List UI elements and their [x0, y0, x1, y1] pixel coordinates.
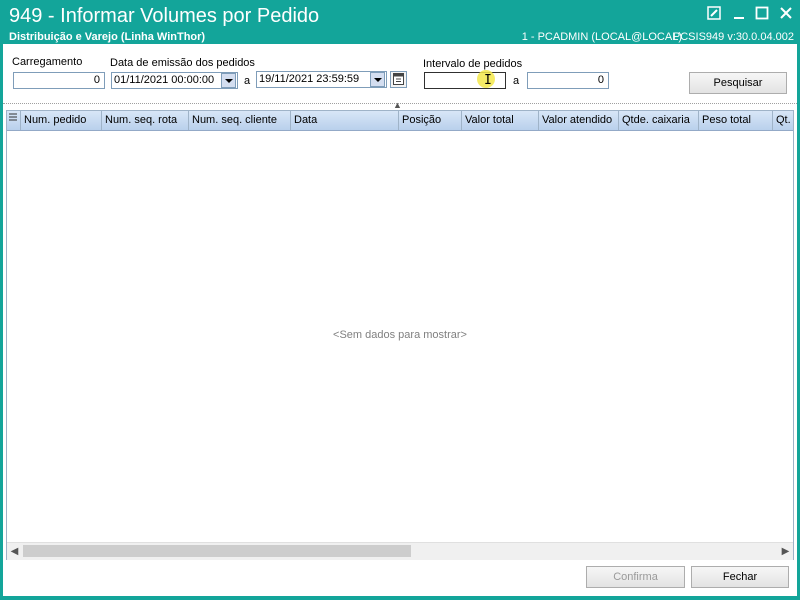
data-fim-dropdown-icon[interactable]: [370, 72, 385, 87]
column-posicao[interactable]: Posição: [399, 111, 462, 130]
column-qt[interactable]: Qt.: [773, 111, 793, 130]
pesquisar-button[interactable]: Pesquisar: [689, 72, 787, 94]
user-info: 1 - PCADMIN (LOCAL@LOCAL): [521, 31, 682, 43]
app-window: 949 - Informar Volumes por Pedido Distri…: [0, 0, 800, 600]
grid-header: Num. pedido Num. seq. rota Num. seq. cli…: [7, 111, 793, 131]
data-a-label: a: [244, 75, 251, 87]
column-peso-total[interactable]: Peso total: [699, 111, 773, 130]
data-inicio-input[interactable]: 01/11/2021 00:00:00: [111, 72, 238, 89]
window-title: 949 - Informar Volumes por Pedido: [9, 5, 320, 27]
window-subtitle: Distribuição e Varejo (Linha WinThor): [9, 31, 206, 43]
column-chooser-icon[interactable]: [7, 111, 21, 130]
column-qtde-caixaria[interactable]: Qtde. caixaria: [619, 111, 699, 130]
empty-message: <Sem dados para mostrar>: [333, 329, 467, 341]
fechar-button[interactable]: Fechar: [691, 566, 789, 588]
carregamento-label: Carregamento: [12, 56, 83, 68]
column-num-pedido[interactable]: Num. pedido: [21, 111, 102, 130]
intervalo-a-label: a: [513, 75, 520, 87]
column-data[interactable]: Data: [291, 111, 399, 130]
carregamento-input[interactable]: 0: [13, 72, 105, 89]
confirma-button[interactable]: Confirma: [586, 566, 685, 588]
close-icon[interactable]: [778, 6, 794, 22]
edit-icon[interactable]: [706, 6, 722, 22]
orders-grid[interactable]: Num. pedido Num. seq. rota Num. seq. cli…: [6, 110, 794, 560]
title-bar: 949 - Informar Volumes por Pedido Distri…: [0, 0, 800, 44]
minimize-icon[interactable]: [731, 6, 747, 22]
horizontal-scrollbar[interactable]: ◀ ▶: [7, 542, 793, 560]
column-num-seq-rota[interactable]: Num. seq. rota: [102, 111, 189, 130]
column-valor-atendido[interactable]: Valor atendido: [539, 111, 619, 130]
scroll-thumb[interactable]: [23, 545, 411, 557]
collapse-caret-icon[interactable]: ▲: [393, 100, 402, 110]
text-cursor-icon: I: [484, 73, 492, 88]
filter-panel: Carregamento 0 Data de emissão dos pedid…: [3, 44, 797, 102]
version-label: PCSIS949 v:30.0.04.002: [672, 31, 794, 43]
intervalo-fim-input[interactable]: 0: [527, 72, 609, 89]
client-area: Carregamento 0 Data de emissão dos pedid…: [3, 44, 797, 596]
intervalo-label: Intervalo de pedidos: [423, 58, 523, 70]
data-fim-input[interactable]: 19/11/2021 23:59:59: [256, 71, 387, 88]
data-inicio-dropdown-icon[interactable]: [221, 73, 236, 88]
maximize-icon[interactable]: [754, 6, 770, 22]
scroll-right-icon[interactable]: ▶: [778, 544, 793, 559]
calendar-icon[interactable]: [390, 71, 407, 88]
column-num-seq-cliente[interactable]: Num. seq. cliente: [189, 111, 291, 130]
data-emissao-label: Data de emissão dos pedidos: [110, 57, 255, 69]
column-valor-total[interactable]: Valor total: [462, 111, 539, 130]
scroll-left-icon[interactable]: ◀: [7, 544, 22, 559]
